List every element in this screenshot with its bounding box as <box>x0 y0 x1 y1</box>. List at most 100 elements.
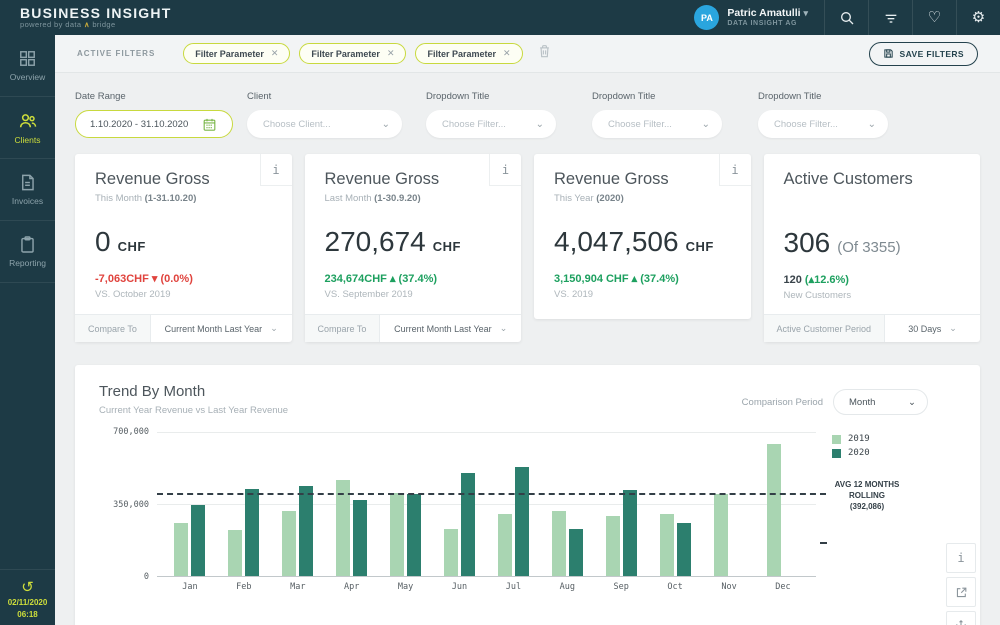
filter-chip[interactable]: Filter Parameter ✕ <box>415 43 523 64</box>
filter-button[interactable] <box>868 0 912 35</box>
date-range-field[interactable] <box>75 110 233 138</box>
kpi-comparison: VS. 2019 <box>554 289 594 300</box>
user-menu[interactable]: PA Patric Amatulli ▾ DATA INSIGHT AG <box>678 0 824 35</box>
bar-group-nov <box>713 432 745 576</box>
dropdown-select-3[interactable]: Choose Filter... ⌄ <box>758 110 888 138</box>
filter-chip[interactable]: Filter Parameter ✕ <box>299 43 407 64</box>
history-icon: ↺ <box>21 579 34 596</box>
bar-group-oct <box>659 432 691 576</box>
kpi-value: 4,047,506 <box>554 226 679 257</box>
bar-2019-feb <box>228 529 243 576</box>
chevron-down-icon: ⌄ <box>908 396 916 408</box>
card-period: Last Month (1-30.9.20) <box>324 193 421 204</box>
dropdown-select-1[interactable]: Choose Filter... ⌄ <box>426 110 556 138</box>
kpi-comparison: VS. October 2019 <box>95 289 171 300</box>
compare-to-select[interactable]: Current Month Last Year ⌄ <box>151 315 292 342</box>
compare-to-label: Compare To <box>75 315 151 342</box>
brand-tagline: powered by data ∧ bridge <box>20 19 116 29</box>
client-group: Client Choose Client... ⌄ <box>247 91 402 138</box>
info-icon[interactable]: i <box>489 154 521 186</box>
y-tick: 700,000 <box>113 427 149 437</box>
dropdown-select-2[interactable]: Choose Filter... ⌄ <box>592 110 722 138</box>
card-title: Revenue Gross <box>95 170 210 188</box>
client-select[interactable]: Choose Client... ⌄ <box>247 110 402 138</box>
chip-close-icon[interactable]: ✕ <box>503 48 511 59</box>
bar-group-apr <box>336 432 368 576</box>
sidebar-item-overview[interactable]: Overview <box>0 35 55 97</box>
active-period-label: Active Customer Period <box>763 315 886 342</box>
sidebar-item-invoices[interactable]: Invoices <box>0 159 55 221</box>
chart-info-button[interactable]: i <box>946 543 976 573</box>
bar-2020-aug <box>568 528 583 576</box>
active-filters-bar: ACTIVE FILTERS Filter Parameter ✕ Filter … <box>55 35 1000 73</box>
calendar-icon <box>203 118 216 131</box>
kpi-comparison: VS. September 2019 <box>324 289 413 300</box>
kpi-currency: CHF <box>685 239 714 254</box>
card-footer: Compare To Current Month Last Year ⌄ <box>304 314 521 342</box>
chevron-down-icon: ⌄ <box>381 118 390 130</box>
bar-2019-jun <box>443 528 458 576</box>
sidebar-history[interactable]: ↺ 02/11/2020 06:18 <box>0 569 55 619</box>
bar-group-dec <box>767 432 798 576</box>
bar-group-mar <box>282 432 314 576</box>
y-axis: 700,000 350,000 0 <box>99 427 157 582</box>
bar-2020-mar <box>299 485 314 576</box>
invoices-document-icon <box>22 174 34 191</box>
compare-to-select[interactable]: Current Month Last Year ⌄ <box>380 315 521 342</box>
x-tick-sep: Sep <box>613 582 629 592</box>
arrow-down-icon: ▾ <box>151 273 158 285</box>
date-range-input[interactable] <box>90 118 202 130</box>
clear-filters-button[interactable] <box>537 43 552 64</box>
bar-2020-jan <box>191 505 206 576</box>
bar-2019-nov <box>713 493 728 576</box>
heart-icon: ♡ <box>927 9 942 26</box>
bar-2020-sep <box>622 489 637 576</box>
search-icon <box>840 11 853 24</box>
comparison-period-label: Comparison Period <box>741 396 823 408</box>
bar-2020-feb <box>245 488 260 576</box>
info-icon[interactable]: i <box>259 154 292 186</box>
kpi-card-active-customers: Active Customers 306 (Of 3355) 120 (▴12.6… <box>763 154 980 342</box>
active-period-select[interactable]: 30 Days ⌄ <box>885 315 980 342</box>
dropdown-group-1: Dropdown Title Choose Filter... ⌄ <box>426 91 556 138</box>
compare-to-label: Compare To <box>304 315 381 342</box>
move-button[interactable] <box>946 611 976 625</box>
bridge-mark-icon: ∧ <box>83 19 90 29</box>
info-icon[interactable]: i <box>718 154 751 186</box>
chip-close-icon[interactable]: ✕ <box>271 48 279 59</box>
trend-by-month-panel: Trend By Month Current Year Revenue vs L… <box>75 365 980 625</box>
x-tick-mar: Mar <box>290 582 306 592</box>
sidebar-item-clients[interactable]: Clients <box>0 97 55 159</box>
search-button[interactable] <box>824 0 868 35</box>
sidebar-item-reporting[interactable]: Reporting <box>0 221 55 283</box>
card-title: Revenue Gross <box>324 170 440 188</box>
chart-legend: 2019 2020 <box>816 432 956 458</box>
avg-line-tick <box>820 542 827 544</box>
history-date: 02/11/2020 <box>7 598 48 607</box>
chip-close-icon[interactable]: ✕ <box>387 48 395 59</box>
reporting-clipboard-icon <box>21 236 34 253</box>
dropdown-group-2: Dropdown Title Choose Filter... ⌄ <box>592 91 722 138</box>
open-external-button[interactable] <box>946 577 976 607</box>
bar-group-sep <box>605 432 637 576</box>
x-axis: Jan Feb Mar Apr May Jun Jul Aug Sep Oct Nov Dec <box>157 582 816 592</box>
avatar[interactable]: PA <box>694 5 720 30</box>
active-filters-label: ACTIVE FILTERS <box>77 49 156 58</box>
brand-title: BUSINESS INSIGHT <box>20 5 172 22</box>
save-filters-button[interactable]: SAVE FILTERS <box>868 41 978 66</box>
x-tick-aug: Aug <box>559 582 575 592</box>
card-title: Revenue Gross <box>554 170 669 188</box>
kpi-card-revenue-year: i Revenue Gross This Year (2020) 4,047,5… <box>534 154 751 319</box>
bar-2020-jul <box>514 466 529 576</box>
favorites-button[interactable]: ♡ <box>912 0 956 35</box>
comparison-period-select[interactable]: Month ⌄ <box>833 389 928 415</box>
bar-2019-mar <box>282 511 297 576</box>
plot-area <box>157 432 826 577</box>
bar-group-aug <box>551 432 583 576</box>
kpi-value: 306 <box>783 227 831 258</box>
x-tick-oct: Oct <box>667 582 683 592</box>
bar-group-jun <box>443 432 475 576</box>
kpi-value: 0 <box>95 226 111 257</box>
settings-button[interactable]: ⚙ <box>956 0 1000 35</box>
filter-chip[interactable]: Filter Parameter ✕ <box>183 43 291 64</box>
